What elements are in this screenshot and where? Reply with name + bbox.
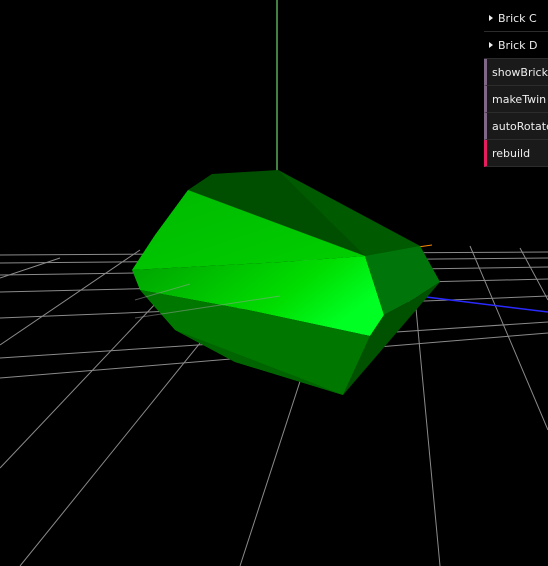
caret-right-icon <box>489 42 493 48</box>
3d-viewport[interactable] <box>0 0 548 566</box>
folder-label: Brick C <box>498 11 537 25</box>
rebuild-button[interactable]: rebuild <box>484 140 548 167</box>
control-label: autoRotate <box>492 119 548 133</box>
green-crystal[interactable] <box>132 170 440 395</box>
folder-label: Brick D <box>498 38 538 52</box>
control-label: rebuild <box>492 146 531 160</box>
caret-right-icon <box>489 15 493 21</box>
folder-brick-d[interactable]: Brick D <box>484 32 548 59</box>
control-auto-rotate[interactable]: autoRotate <box>484 113 548 140</box>
control-make-twin[interactable]: makeTwin <box>484 86 548 113</box>
control-label: showBricks <box>492 65 548 79</box>
control-panel: Brick C Brick D showBricks makeTwin auto… <box>484 5 548 167</box>
z-axis-line <box>409 294 548 313</box>
control-show-bricks[interactable]: showBricks <box>484 59 548 86</box>
folder-brick-c[interactable]: Brick C <box>484 5 548 32</box>
control-label: makeTwin <box>492 92 547 106</box>
